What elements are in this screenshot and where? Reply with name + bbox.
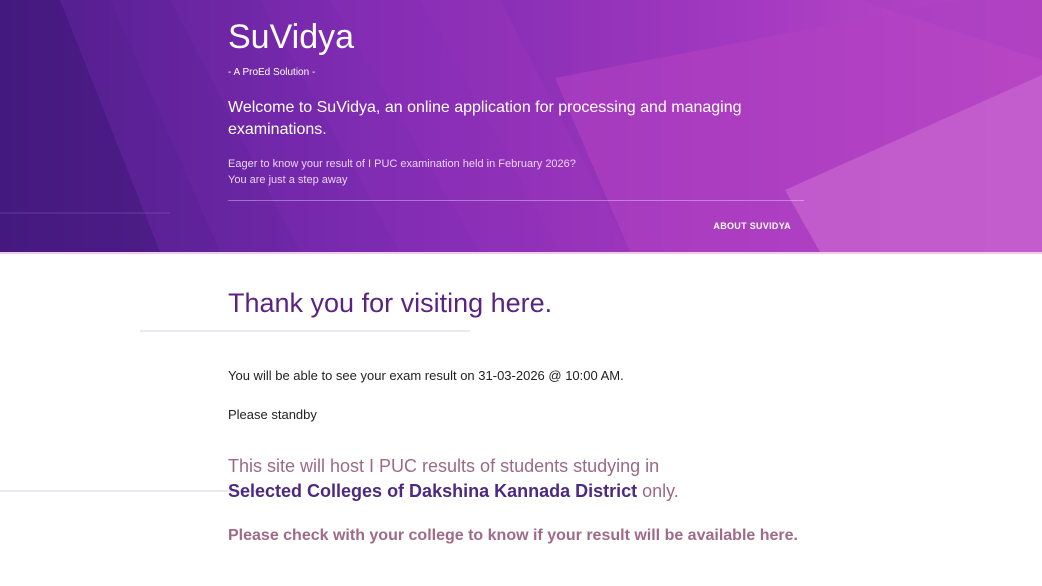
eager-line-1: Eager to know your result of I PUC exami… — [228, 158, 576, 170]
brand-tagline: - A ProEd Solution - — [228, 67, 316, 78]
ghost-artifact — [0, 212, 170, 214]
brand-title: SuVidya — [228, 18, 355, 56]
ghost-artifact — [0, 490, 260, 492]
about-suvidya-link[interactable]: ABOUT SUVIDYA — [713, 221, 791, 231]
check-college-note: Please check with your college to know i… — [228, 527, 798, 544]
ghost-artifact — [140, 330, 470, 332]
host-info-prefix: This site will host I PUC results of stu… — [228, 456, 660, 476]
eager-line-2: You are just a step away — [228, 174, 348, 186]
header-banner: SuVidya - A ProEd Solution - Welcome to … — [0, 0, 1042, 252]
thank-you-heading: Thank you for visiting here. — [228, 288, 553, 318]
host-info-suffix: only. — [637, 481, 679, 501]
header-divider — [228, 200, 804, 201]
host-info-line-2: Selected Colleges of Dakshina Kannada Di… — [228, 479, 928, 504]
standby-text: Please standby — [228, 407, 317, 422]
eager-text: Eager to know your result of I PUC exami… — [228, 156, 576, 188]
page: SuVidya - A ProEd Solution - Welcome to … — [0, 0, 1042, 586]
selected-colleges: Selected Colleges of Dakshina Kannada Di… — [228, 481, 638, 501]
result-date-text: You will be able to see your exam result… — [228, 368, 624, 383]
header-bottom-line — [0, 252, 1042, 254]
welcome-text: Welcome to SuVidya, an online applicatio… — [228, 99, 742, 138]
host-info: This site will host I PUC results of stu… — [228, 454, 928, 504]
